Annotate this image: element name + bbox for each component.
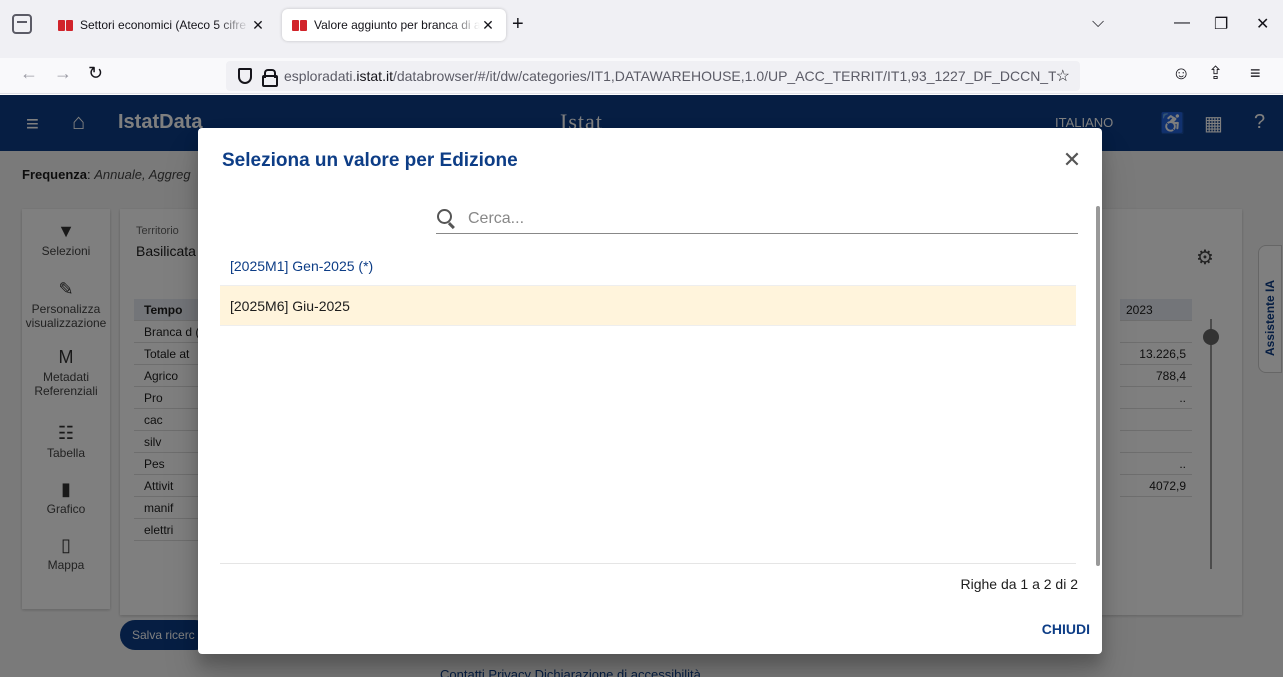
istat-favicon-icon [58,19,74,31]
reload-icon[interactable]: ↻ [88,63,103,84]
share-icon[interactable]: ⇪ [1208,63,1223,84]
edition-option-2025m1[interactable]: [2025M1] Gen-2025 (*) [220,246,1076,286]
dialog-divider [220,563,1076,564]
search-field [436,204,1078,234]
dialog-scrollbar[interactable] [1096,206,1100,566]
dialog-title: Seleziona un valore per Edizione [222,150,518,171]
restore-window-icon[interactable]: ❐ [1214,14,1228,34]
tab-title: Settori economici (Ateco 5 cifre [80,18,247,32]
tab-list-icon[interactable] [12,14,32,34]
close-window-icon[interactable]: ✕ [1256,14,1269,34]
url-text: esploradati.istat.it/databrowser/#/it/dw… [284,68,1056,84]
account-icon[interactable]: ☺ [1172,63,1190,84]
close-button[interactable]: CHIUDI [1026,616,1090,642]
search-input[interactable] [468,209,1078,228]
browser-tab-valore-aggiunto[interactable]: Valore aggiunto per branca di a ✕ [282,9,506,41]
close-tab-icon[interactable]: ✕ [480,17,496,34]
rows-count-text: Righe da 1 a 2 di 2 [960,576,1078,592]
browser-tab-settori[interactable]: Settori economici (Ateco 5 cifre ✕ [48,9,276,41]
lock-icon[interactable] [262,69,278,87]
close-icon[interactable]: ✕ [1058,146,1086,174]
search-icon [436,208,458,230]
browser-nav-bar: ← → ↻ esploradati.istat.it/databrowser/#… [0,58,1283,94]
forward-arrow-icon[interactable]: → [54,63,72,84]
minimize-window-icon[interactable]: — [1174,14,1190,32]
address-bar[interactable]: esploradati.istat.it/databrowser/#/it/dw… [226,61,1080,91]
tab-title: Valore aggiunto per branca di a [314,18,480,32]
new-tab-button[interactable]: + [512,13,524,36]
browser-tab-bar: Settori economici (Ateco 5 cifre ✕ Valor… [0,0,1283,58]
tab-overflow-chevron-icon[interactable]: ⌵ [1092,14,1104,32]
app-menu-icon[interactable]: ≡ [1250,63,1261,84]
edition-select-dialog: Seleziona un valore per Edizione ✕ [2025… [198,128,1102,654]
bookmark-star-icon[interactable]: ☆ [1056,66,1070,86]
close-tab-icon[interactable]: ✕ [250,17,266,34]
istat-favicon-icon [292,19,308,31]
back-arrow-icon[interactable]: ← [20,63,38,84]
edition-option-2025m6[interactable]: [2025M6] Giu-2025 [220,286,1076,326]
tracking-protection-shield-icon[interactable] [238,68,252,84]
edition-options-list: [2025M1] Gen-2025 (*) [2025M6] Giu-2025 [220,246,1076,326]
